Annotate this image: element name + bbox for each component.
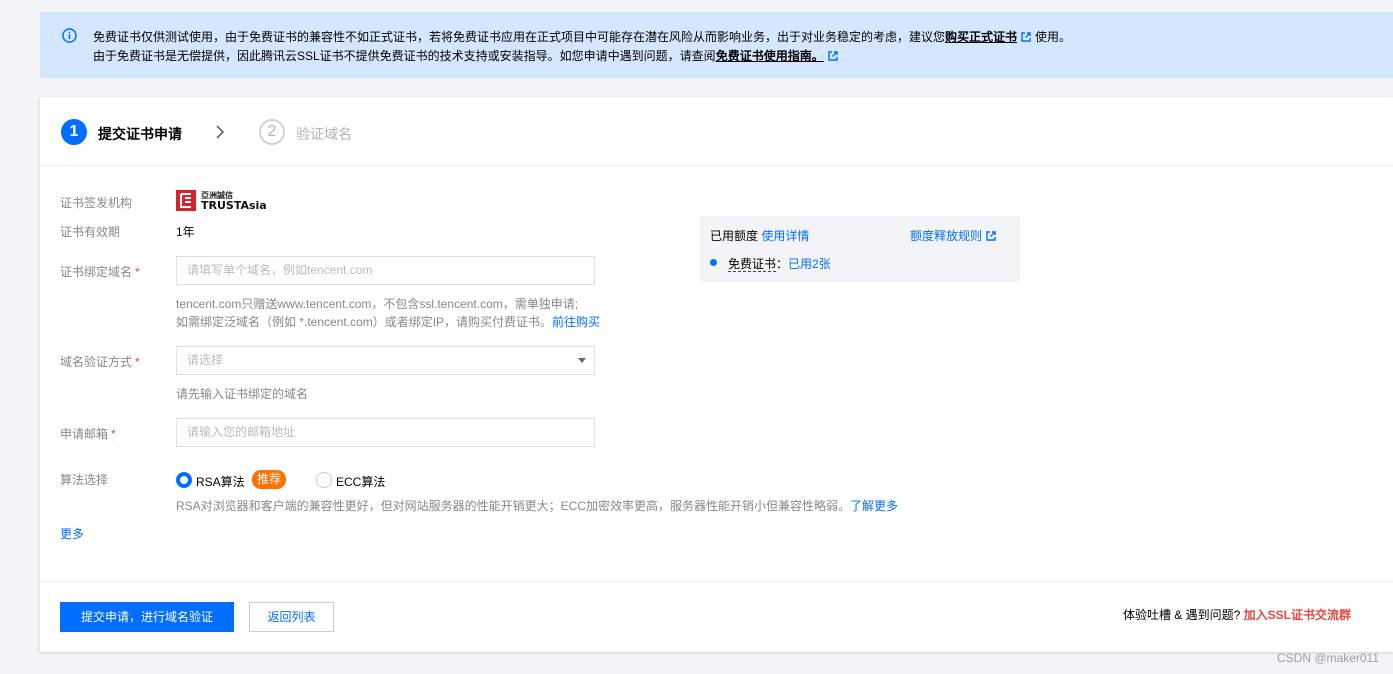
join-group-link[interactable]: 加入SSL证书交流群 <box>1244 608 1351 622</box>
required-mark: * <box>135 355 140 369</box>
form-footer: 提交申请，进行域名验证 返回列表 体验吐槽 & 遇到问题? 加入SSL证书交流群 <box>40 581 1393 653</box>
verify-method-select[interactable]: 请选择 <box>176 346 595 375</box>
step-2-label: 验证域名 <box>296 126 352 142</box>
verify-method-label: 域名验证方式 * <box>60 353 140 370</box>
rsa-radio[interactable] <box>176 472 192 488</box>
notice-line-1-text: 免费证书仅供测试使用，由于免费证书的兼容性不如正式证书，若将免费证书应用在正式项… <box>93 30 946 44</box>
domain-label: 证书绑定域名 * <box>60 263 140 280</box>
usage-detail-link[interactable]: 使用详情 <box>761 229 809 243</box>
notice-line-1: 免费证书仅供测试使用，由于免费证书的兼容性不如正式证书，若将免费证书应用在正式项… <box>93 28 1071 45</box>
chevron-right-icon <box>216 125 225 139</box>
algorithm-label: 算法选择 <box>60 473 109 487</box>
verify-method-label-text: 域名验证方式 <box>60 355 133 369</box>
quota-item-value[interactable]: 已用2张 <box>788 257 831 271</box>
algorithm-hint: RSA对浏览器和客户端的兼容性更好，但对网站服务器的性能开销更大；ECC加密效率… <box>176 497 898 514</box>
verify-method-hint: 请先输入证书绑定的域名 <box>176 387 309 401</box>
notice-line-2: 由于免费证书是无偿提供，因此腾讯云SSL证书不提供免费证书的技术支持或安装指导。… <box>93 47 842 64</box>
quota-rule-link-wrap[interactable]: 额度释放规则 <box>910 227 1000 244</box>
external-link-icon[interactable] <box>1021 32 1031 42</box>
validity-value: 1年 <box>176 225 195 239</box>
buy-paid-cert-link[interactable]: 前往购买 <box>552 315 600 329</box>
feedback-text: 体验吐槽 & 遇到问题? 加入SSL证书交流群 <box>1123 606 1351 623</box>
notice-line-1-suffix: 使用。 <box>1035 30 1072 44</box>
svg-text:TRUSTAsia: TRUSTAsia <box>201 199 267 212</box>
feedback-prefix: 体验吐槽 & 遇到问题? <box>1122 608 1241 622</box>
trustasia-logo: 亞洲誠信 TRUSTAsia <box>176 190 267 212</box>
step-indicator: 1 提交证书申请 2 验证域名 <box>40 97 1393 166</box>
rsa-radio-label[interactable]: RSA算法 <box>196 473 245 490</box>
domain-label-text: 证书绑定域名 <box>60 265 133 279</box>
watermark: CSDN @maker011 <box>1277 651 1379 665</box>
validity-label: 证书有效期 <box>60 225 121 239</box>
notice-banner: 免费证书仅供测试使用，由于免费证书的兼容性不如正式证书，若将免费证书应用在正式项… <box>40 12 1393 78</box>
domain-input[interactable]: 请填写单个域名，例如tencent.com <box>176 256 595 285</box>
algorithm-hint-text: RSA对浏览器和客户端的兼容性更好，但对网站服务器的性能开销更大；ECC加密效率… <box>176 499 851 513</box>
ecc-radio[interactable] <box>316 472 332 488</box>
recommended-badge: 推荐 <box>252 470 286 489</box>
required-mark: * <box>111 427 116 441</box>
domain-hint-2-text: 如需绑定泛域名（例如 *.tencent.com）或者绑定IP，请购买付费证书。 <box>176 315 553 329</box>
apply-cert-card: 1 提交证书申请 2 验证域名 证书签发机构 亞洲誠信 TRUSTAsia 证书… <box>40 97 1393 652</box>
email-label-text: 申请邮箱 <box>60 427 109 441</box>
quota-title: 已用额度 使用详情 <box>710 227 809 244</box>
quota-panel: 已用额度 使用详情 额度释放规则 免费证书：已用2张 <box>700 216 1020 282</box>
quota-item: 免费证书：已用2张 <box>728 255 831 272</box>
domain-hint-2: 如需绑定泛域名（例如 *.tencent.com）或者绑定IP，请购买付费证书。… <box>176 313 600 330</box>
submit-button[interactable]: 提交申请，进行域名验证 <box>60 602 234 632</box>
status-dot <box>710 259 717 266</box>
step-2-number: 2 <box>259 119 285 145</box>
issuer-label: 证书签发机构 <box>60 196 133 210</box>
more-options-link[interactable]: 更多 <box>60 525 84 542</box>
free-cert-guide-link[interactable]: 免费证书使用指南。 <box>716 49 824 63</box>
quota-title-text: 已用额度 <box>710 229 759 243</box>
learn-more-link[interactable]: 了解更多 <box>850 499 898 513</box>
ecc-radio-label[interactable]: ECC算法 <box>336 473 385 490</box>
external-link-icon[interactable] <box>986 231 996 241</box>
external-link-icon[interactable] <box>828 51 838 61</box>
email-input[interactable]: 请输入您的邮箱地址 <box>176 418 595 447</box>
quota-release-rule-link[interactable]: 额度释放规则 <box>910 229 982 243</box>
required-mark: * <box>135 265 140 279</box>
step-1-label: 提交证书申请 <box>98 126 182 142</box>
domain-hint-1: tencent.com只赠送www.tencent.com，不包含ssl.ten… <box>176 297 579 311</box>
email-label: 申请邮箱 * <box>60 425 116 442</box>
back-to-list-button[interactable]: 返回列表 <box>249 602 334 632</box>
notice-line-2-text: 由于免费证书是无偿提供，因此腾讯云SSL证书不提供免费证书的技术支持或安装指导。… <box>93 49 716 63</box>
buy-formal-cert-link[interactable]: 购买正式证书 <box>945 30 1017 44</box>
verify-method-placeholder: 请选择 <box>187 353 224 367</box>
quota-item-name: 免费证书 <box>728 257 777 272</box>
quota-item-sep: ： <box>776 257 789 271</box>
caret-down-icon <box>578 358 586 363</box>
step-1-number: 1 <box>61 119 87 145</box>
info-icon <box>62 28 77 43</box>
